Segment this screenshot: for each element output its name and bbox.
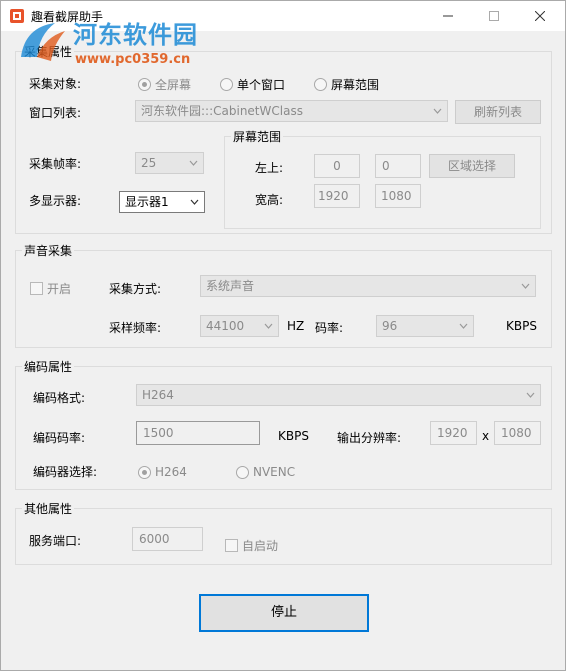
maximize-icon — [489, 11, 499, 21]
region-x-input[interactable]: 0 — [314, 154, 360, 178]
app-icon — [10, 9, 24, 23]
app-window: 趣看截屏助手 采集属性 采集对象: 全屏幕 单个窗口 屏幕范围 窗口列表: 河东… — [0, 0, 566, 671]
audio-method-select[interactable]: 系统声音 — [200, 275, 536, 297]
radio-fullscreen-dot[interactable] — [138, 78, 151, 91]
chevron-down-icon — [459, 323, 468, 329]
audio-method-label: 采集方式: — [109, 282, 162, 296]
region-width-input[interactable]: 1920 — [314, 184, 360, 208]
radio-fullscreen-label: 全屏幕 — [155, 78, 192, 92]
sample-rate-unit: HZ — [287, 319, 305, 333]
chevron-down-icon — [190, 199, 199, 205]
radio-encoder-nvenc[interactable]: NVENC — [236, 465, 295, 479]
encode-bitrate-input[interactable]: 1500 — [136, 421, 260, 445]
sample-rate-select[interactable]: 44100 — [200, 315, 279, 337]
title-bar[interactable]: 趣看截屏助手 — [1, 1, 565, 31]
encode-bitrate-unit: KBPS — [278, 429, 309, 443]
radio-encoder-nvenc-label: NVENC — [253, 465, 296, 479]
encoder-select-label: 编码器选择: — [33, 465, 98, 479]
audio-enable-label: 开启 — [47, 282, 72, 296]
radio-fullscreen[interactable]: 全屏幕 — [138, 76, 191, 93]
autostart-checkbox[interactable]: 自启动 — [225, 537, 278, 554]
audio-enable-checkbox[interactable]: 开启 — [30, 280, 71, 297]
window-list-value: 河东软件园:::CabinetWClass — [141, 104, 303, 118]
autostart-box[interactable] — [225, 539, 238, 552]
radio-encoder-h264-label: H264 — [155, 465, 187, 479]
radio-single-window[interactable]: 单个窗口 — [220, 76, 285, 93]
window-list-select[interactable]: 河东软件园:::CabinetWClass — [135, 100, 448, 122]
minimize-icon — [443, 15, 453, 17]
output-height-input[interactable]: 1080 — [494, 421, 541, 445]
service-port-input[interactable]: 6000 — [132, 527, 203, 551]
window-list-label: 窗口列表: — [29, 106, 82, 120]
refresh-list-button[interactable]: 刷新列表 — [455, 100, 541, 124]
fps-select[interactable]: 25 — [135, 152, 204, 174]
chevron-down-icon — [264, 323, 273, 329]
autostart-label: 自启动 — [242, 539, 279, 553]
sample-rate-value: 44100 — [206, 319, 245, 333]
encode-format-label: 编码格式: — [33, 391, 86, 405]
encode-group-title: 编码属性 — [22, 358, 75, 375]
region-height-input[interactable]: 1080 — [375, 184, 421, 208]
radio-screen-region-label: 屏幕范围 — [331, 78, 380, 92]
minimize-button[interactable] — [425, 1, 471, 31]
audio-bitrate-unit: KBPS — [506, 319, 537, 333]
other-group-title: 其他属性 — [22, 500, 75, 517]
radio-encoder-h264[interactable]: H264 — [138, 465, 187, 479]
stop-button[interactable]: 停止 — [199, 594, 369, 632]
audio-method-value: 系统声音 — [206, 279, 255, 293]
chevron-down-icon — [521, 283, 530, 289]
resolution-separator: x — [482, 429, 490, 443]
close-button[interactable] — [517, 1, 563, 31]
sample-rate-label: 采样频率: — [109, 321, 162, 335]
radio-screen-region-dot[interactable] — [314, 78, 327, 91]
other-group: 其他属性 — [15, 500, 552, 565]
region-select-button[interactable]: 区域选择 — [429, 154, 515, 178]
size-label: 宽高: — [255, 193, 284, 207]
encode-format-value: H264 — [142, 388, 174, 402]
fps-label: 采集帧率: — [29, 157, 82, 171]
display-label: 多显示器: — [29, 194, 82, 208]
chevron-down-icon — [189, 160, 198, 166]
radio-encoder-h264-dot[interactable] — [138, 465, 151, 479]
output-resolution-label: 输出分辨率: — [337, 431, 402, 445]
encode-format-select[interactable]: H264 — [136, 384, 541, 406]
display-value: 显示器1 — [125, 195, 169, 209]
radio-encoder-nvenc-dot[interactable] — [236, 465, 249, 479]
audio-bitrate-value: 96 — [382, 319, 398, 333]
window-title: 趣看截屏助手 — [31, 10, 104, 24]
chevron-down-icon — [433, 108, 442, 114]
radio-screen-region[interactable]: 屏幕范围 — [314, 76, 379, 93]
audio-bitrate-select[interactable]: 96 — [376, 315, 474, 337]
audio-group-title: 声音采集 — [22, 242, 75, 259]
screen-region-group: 屏幕范围 — [224, 128, 541, 229]
service-port-label: 服务端口: — [29, 534, 82, 548]
radio-single-window-label: 单个窗口 — [237, 78, 286, 92]
audio-enable-box[interactable] — [30, 282, 43, 295]
maximize-button[interactable] — [471, 1, 517, 31]
encode-bitrate-label: 编码码率: — [33, 431, 86, 445]
close-icon — [535, 11, 545, 21]
output-width-input[interactable]: 1920 — [430, 421, 477, 445]
topleft-label: 左上: — [255, 161, 284, 175]
audio-bitrate-label: 码率: — [315, 321, 344, 335]
chevron-down-icon — [526, 392, 535, 398]
capture-target-label: 采集对象: — [29, 77, 82, 91]
region-y-input[interactable]: 0 — [375, 154, 421, 178]
display-select[interactable]: 显示器1 — [119, 191, 205, 213]
radio-single-window-dot[interactable] — [220, 78, 233, 91]
capture-group-title: 采集属性 — [22, 43, 75, 60]
fps-value: 25 — [141, 156, 157, 170]
screen-region-title: 屏幕范围 — [231, 128, 284, 145]
